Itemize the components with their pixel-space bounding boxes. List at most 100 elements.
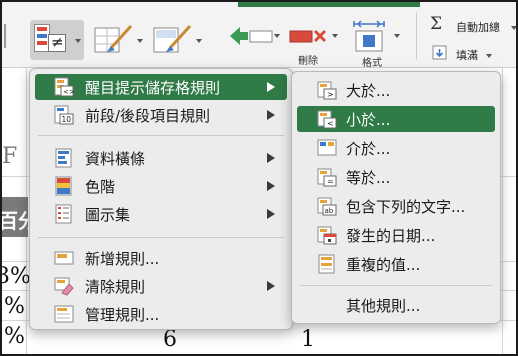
menu-item-new-rule[interactable]: 新增規則... — [35, 245, 287, 271]
menu-item-clear-rules[interactable]: 清除規則 — [35, 273, 287, 299]
submenu-item-text-contains[interactable]: ab 包含下列的文字... — [297, 193, 495, 219]
cell-styles-button[interactable] — [152, 20, 204, 60]
conditional-formatting-icon: ≠ — [34, 24, 72, 56]
autosum-label: 自動加總 — [456, 21, 500, 34]
menu-item-label: 清除規則 — [85, 278, 146, 296]
ribbon-accent-strip — [238, 2, 420, 7]
cell-styles-icon — [153, 24, 192, 53]
submenu-arrow-icon — [267, 153, 275, 163]
submenu-item-more-rules[interactable]: 其他規則... — [297, 292, 495, 318]
submenu-item-date-occurring[interactable]: 發生的日期... — [297, 222, 495, 248]
submenu-arrow-icon — [267, 209, 275, 219]
eraser-icon — [54, 277, 74, 296]
menu-item-label: 小於... — [346, 111, 391, 129]
ribbon-partial-control[interactable] — [2, 20, 10, 60]
new-rule-icon — [54, 251, 74, 265]
ribbon-toolbar: ≠ 刪除 格式 Σ 自動加總 填滿 — [2, 2, 516, 69]
cell-value[interactable]: 3% — [2, 264, 31, 289]
submenu-item-greater-than[interactable]: > 大於... — [297, 77, 495, 103]
format-as-table-icon — [94, 24, 133, 53]
insert-cells-icon — [230, 27, 273, 45]
menu-item-label: 大於... — [346, 82, 391, 100]
cell-value[interactable]: 6 — [163, 327, 177, 352]
table-header-text: 百分 — [2, 205, 28, 234]
not-equal-symbol: ≠ — [51, 33, 64, 51]
menu-item-label: 包含下列的文字... — [346, 198, 466, 216]
ribbon-divider — [416, 12, 417, 60]
menu-item-icon-sets[interactable]: 圖示集 — [35, 201, 287, 227]
conditional-formatting-button[interactable]: ≠ — [30, 20, 84, 60]
chevron-down-icon — [394, 34, 400, 38]
chevron-down-icon — [196, 39, 202, 43]
svg-text:ab: ab — [325, 207, 334, 215]
svg-text:10: 10 — [62, 115, 72, 124]
menu-item-label: 其他規則... — [346, 297, 421, 315]
sigma-icon: Σ — [430, 14, 443, 34]
menu-item-label: 等於... — [346, 169, 391, 187]
autosum-button[interactable]: Σ 自動加總 — [430, 14, 516, 36]
menu-item-highlight-cell-rules[interactable]: <> 醒目提示儲存格規則 — [35, 74, 287, 100]
delete-cells-icon — [289, 29, 327, 43]
menu-item-data-bars[interactable]: 資料橫條 — [35, 145, 287, 171]
fill-label: 填滿 — [456, 49, 478, 62]
submenu-arrow-icon — [267, 82, 275, 92]
submenu-item-duplicate-values[interactable]: 重複的值... — [297, 251, 495, 277]
less-than-icon: < — [317, 110, 337, 129]
column-header-f[interactable]: F — [2, 144, 17, 169]
menu-separator — [300, 285, 492, 286]
menu-item-label: 發生的日期... — [346, 227, 436, 245]
duplicate-values-icon — [318, 254, 335, 274]
menu-item-label: 管理規則... — [85, 306, 160, 324]
format-cells-button[interactable]: 格式 — [348, 20, 404, 69]
submenu-item-less-than[interactable]: < 小於... — [297, 106, 495, 132]
menu-item-label: 重複的值... — [346, 256, 421, 274]
chevron-down-icon — [274, 34, 280, 38]
color-scales-icon — [55, 176, 72, 196]
format-label: 格式 — [362, 58, 382, 69]
cell-value[interactable]: % — [4, 324, 25, 349]
insert-cells-button[interactable] — [228, 20, 282, 60]
menu-item-manage-rules[interactable]: 管理規則... — [35, 301, 287, 327]
menu-item-label: 醒目提示儲存格規則 — [85, 79, 221, 97]
data-bars-icon — [55, 148, 72, 168]
screenshot-frame: ≠ 刪除 格式 Σ 自動加總 填滿 F % % % 6 1 <> 醒目提示儲存格… — [0, 0, 518, 356]
table-header-cell: 百分 — [2, 197, 28, 237]
menu-item-label: 色階 — [85, 178, 116, 196]
svg-text:>: > — [327, 90, 334, 99]
top-bottom-rules-icon: 10 — [54, 105, 74, 125]
highlight-cells-rules-icon: <> — [54, 77, 74, 97]
delete-cells-button[interactable]: 刪除 — [288, 20, 342, 67]
submenu-item-equal-to[interactable]: = 等於... — [297, 164, 495, 190]
format-cells-icon — [353, 20, 385, 52]
manage-rules-icon — [54, 305, 74, 323]
between-icon — [317, 139, 337, 156]
menu-item-color-scales[interactable]: 色階 — [35, 173, 287, 199]
chevron-down-icon — [137, 39, 143, 43]
format-as-table-button[interactable] — [93, 20, 145, 60]
submenu-arrow-icon — [267, 181, 275, 191]
fill-down-icon — [432, 45, 447, 60]
cell-value[interactable]: % — [4, 294, 25, 319]
menu-separator — [38, 135, 284, 136]
menu-item-label: 介於... — [346, 140, 391, 158]
svg-text:<>: <> — [63, 88, 74, 96]
calendar-icon — [317, 226, 337, 245]
text-contains-icon: ab — [317, 197, 337, 216]
chevron-down-icon — [486, 54, 492, 58]
submenu-arrow-icon — [267, 110, 275, 120]
menu-item-label: 圖示集 — [85, 206, 131, 224]
svg-text:<: < — [327, 119, 334, 128]
fill-button[interactable]: 填滿 — [430, 44, 516, 64]
equal-to-icon: = — [317, 168, 337, 187]
conditional-formatting-menu: <> 醒目提示儲存格規則 10 前段/後段項目規則 資料橫條 色階 圖示集 新增… — [29, 68, 293, 330]
menu-item-top-bottom-rules[interactable]: 10 前段/後段項目規則 — [35, 102, 287, 128]
chevron-down-icon — [332, 34, 338, 38]
grid-line — [502, 68, 503, 354]
greater-than-icon: > — [317, 81, 337, 100]
chevron-down-icon — [75, 39, 81, 43]
menu-separator — [38, 237, 284, 238]
cell-value[interactable]: 1 — [301, 327, 315, 352]
menu-item-label: 前段/後段項目規則 — [85, 107, 211, 125]
submenu-item-between[interactable]: 介於... — [297, 135, 495, 161]
icon-sets-icon — [55, 204, 72, 224]
